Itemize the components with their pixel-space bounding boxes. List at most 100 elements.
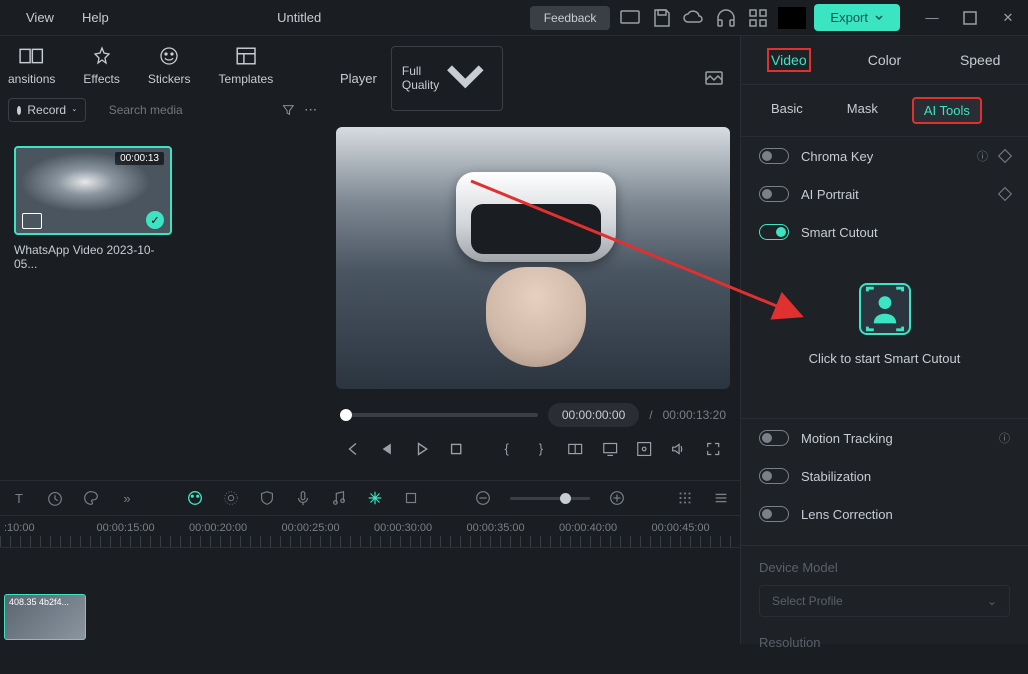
option-lens-correction: Lens Correction xyxy=(741,495,1028,533)
feedback-button[interactable]: Feedback xyxy=(530,6,611,30)
tab-transitions[interactable]: ansitions xyxy=(8,46,55,86)
mic-icon[interactable] xyxy=(294,489,312,507)
search-input[interactable] xyxy=(109,103,264,117)
shield-icon[interactable] xyxy=(258,489,276,507)
chevron-down-icon xyxy=(439,52,492,105)
screen-icon[interactable] xyxy=(618,6,642,30)
toggle-ai-portrait[interactable] xyxy=(759,186,789,202)
record-dot-icon xyxy=(17,106,21,115)
chevron-down-icon xyxy=(72,108,77,113)
timer-icon[interactable] xyxy=(46,489,64,507)
toggle-smart-cutout[interactable] xyxy=(759,224,789,240)
black-square xyxy=(778,7,806,29)
zoom-out-icon[interactable] xyxy=(474,489,492,507)
keyframe-icon[interactable] xyxy=(998,187,1012,201)
info-icon[interactable]: ⓘ xyxy=(977,148,988,164)
profile-dropdown: Select Profile ⌄ xyxy=(759,585,1010,617)
subtab-ai-tools[interactable]: AI Tools xyxy=(912,97,982,124)
scrubber[interactable] xyxy=(340,413,538,417)
toggle-chroma-key[interactable] xyxy=(759,148,789,164)
cloud-icon[interactable] xyxy=(682,6,706,30)
display-icon[interactable] xyxy=(601,439,619,459)
option-smart-cutout: Smart Cutout xyxy=(741,213,1028,251)
project-title: Untitled xyxy=(69,10,530,25)
play-icon[interactable] xyxy=(413,439,431,459)
tab-stickers[interactable]: Stickers xyxy=(148,46,191,86)
device-model-label: Device Model xyxy=(759,560,1010,575)
minimize-icon[interactable]: — xyxy=(920,6,944,30)
media-thumbnail[interactable]: 00:00:13 ✓ xyxy=(14,146,172,235)
stop-icon[interactable] xyxy=(447,439,465,459)
transitions-icon xyxy=(19,46,43,66)
record-button[interactable]: Record xyxy=(8,98,86,122)
option-stabilization: Stabilization xyxy=(741,457,1028,495)
resolution-label: Resolution xyxy=(759,635,1010,650)
sun-icon[interactable] xyxy=(222,489,240,507)
effects-tl-icon[interactable] xyxy=(366,489,384,507)
person-cutout-icon xyxy=(861,285,909,333)
quality-dropdown[interactable]: Full Quality xyxy=(391,46,503,111)
search-box[interactable] xyxy=(94,98,273,122)
toggle-lens-correction[interactable] xyxy=(759,506,789,522)
crop-tl-icon[interactable] xyxy=(402,489,420,507)
list-view-icon[interactable] xyxy=(712,489,730,507)
info-icon[interactable]: ⓘ xyxy=(999,430,1010,446)
ratio-icon[interactable] xyxy=(566,439,584,459)
prev-frame-icon[interactable] xyxy=(344,439,362,459)
close-icon[interactable]: ✕ xyxy=(996,6,1020,30)
tab-color[interactable]: Color xyxy=(837,36,933,84)
ai-active-icon[interactable] xyxy=(186,489,204,507)
menu-view[interactable]: View xyxy=(26,10,54,25)
toggle-stabilization[interactable] xyxy=(759,468,789,484)
mark-in-icon[interactable]: { xyxy=(497,439,515,459)
media-item[interactable]: 00:00:13 ✓ WhatsApp Video 2023-10-05... xyxy=(14,146,172,271)
stickers-icon xyxy=(159,46,179,66)
time-ruler[interactable]: :10:00 00:00:15:00 00:00:20:00 00:00:25:… xyxy=(0,515,740,536)
focus-icon[interactable] xyxy=(635,439,653,459)
snapshot-icon[interactable] xyxy=(702,66,726,90)
filter-icon[interactable] xyxy=(281,98,296,122)
play-back-icon[interactable] xyxy=(378,439,396,459)
subtab-mask[interactable]: Mask xyxy=(837,97,888,124)
time-total: 00:00:13:20 xyxy=(663,408,726,422)
option-motion-tracking: Motion Tracking ⓘ xyxy=(741,419,1028,457)
option-ai-portrait: AI Portrait xyxy=(741,175,1028,213)
tab-effects[interactable]: Effects xyxy=(83,46,119,86)
player-label: Player xyxy=(340,71,377,86)
zoom-slider[interactable] xyxy=(510,497,590,500)
subtab-basic[interactable]: Basic xyxy=(761,97,813,124)
zoom-in-icon[interactable] xyxy=(608,489,626,507)
smart-cutout-text: Click to start Smart Cutout xyxy=(759,351,1010,366)
grid-icon[interactable] xyxy=(746,6,770,30)
player-preview[interactable] xyxy=(336,127,730,389)
option-chroma-key: Chroma Key ⓘ xyxy=(741,137,1028,175)
time-separator: / xyxy=(649,408,652,422)
top-bar: View Help Untitled Feedback Export — ✕ xyxy=(0,0,1028,36)
check-icon: ✓ xyxy=(146,211,164,229)
palette-icon[interactable] xyxy=(82,489,100,507)
tab-video[interactable]: Video xyxy=(741,36,837,84)
grid-view-icon[interactable] xyxy=(676,489,694,507)
keyframe-icon[interactable] xyxy=(998,149,1012,163)
chevron-down-icon: ⌄ xyxy=(987,594,997,608)
more-icon[interactable]: ⋯ xyxy=(303,98,318,122)
tab-speed[interactable]: Speed xyxy=(932,36,1028,84)
text-tool-icon[interactable]: T xyxy=(10,489,28,507)
mark-out-icon[interactable]: } xyxy=(532,439,550,459)
save-icon[interactable] xyxy=(650,6,674,30)
fullscreen-icon[interactable] xyxy=(704,439,722,459)
toggle-motion-tracking[interactable] xyxy=(759,430,789,446)
tab-templates[interactable]: Templates xyxy=(219,46,274,86)
clip-type-icon xyxy=(22,213,42,229)
music-icon[interactable] xyxy=(330,489,348,507)
headphones-icon[interactable] xyxy=(714,6,738,30)
maximize-icon[interactable] xyxy=(958,6,982,30)
clip-duration: 00:00:13 xyxy=(115,152,164,165)
export-button[interactable]: Export xyxy=(814,4,900,31)
templates-icon xyxy=(235,46,257,66)
timeline-clip[interactable]: 408.35 4b2f4... xyxy=(4,594,86,640)
volume-icon[interactable] xyxy=(669,439,687,459)
more-tools-icon[interactable]: » xyxy=(118,489,136,507)
time-current: 00:00:00:00 xyxy=(548,403,639,427)
smart-cutout-button[interactable] xyxy=(859,283,911,335)
